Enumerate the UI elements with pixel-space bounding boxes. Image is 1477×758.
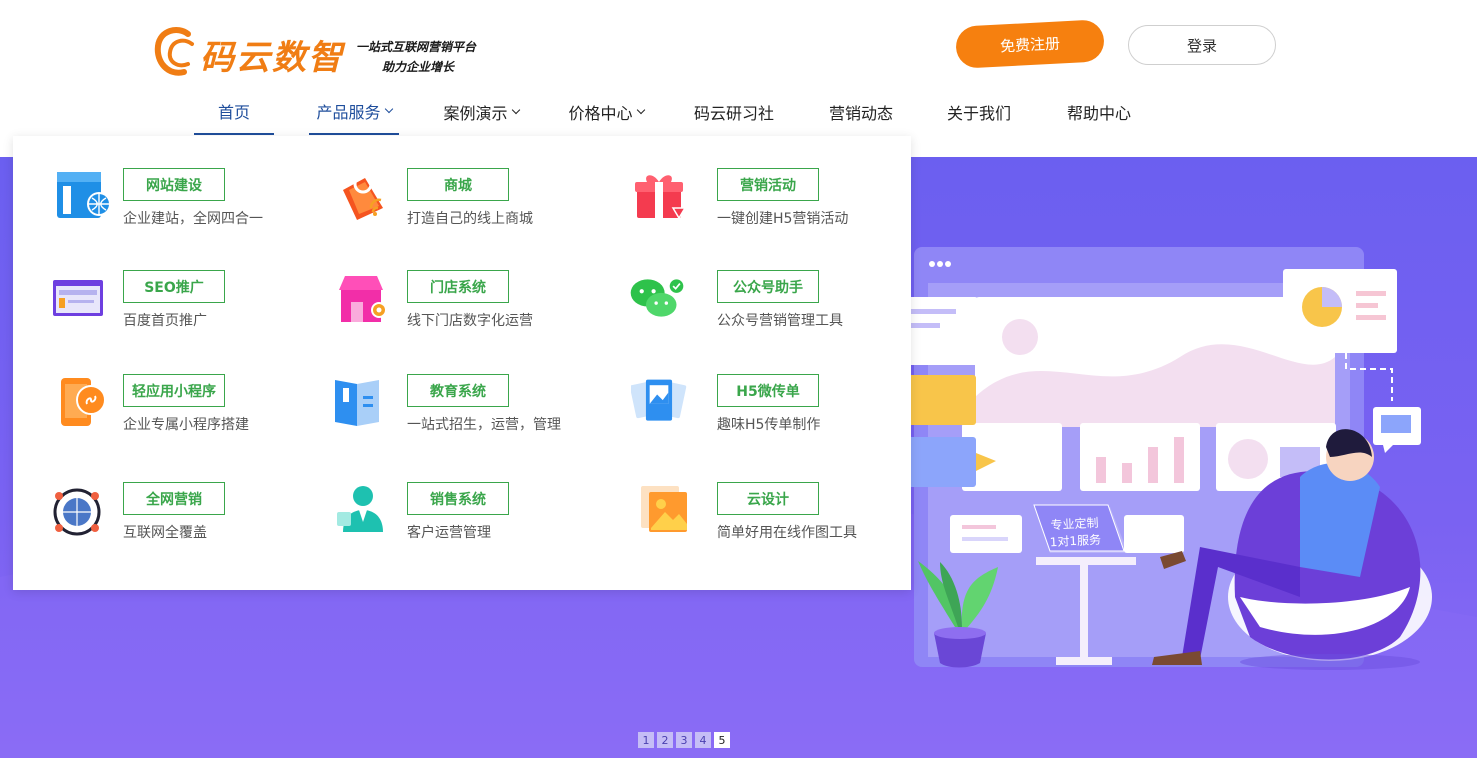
chevron-down-icon (636, 105, 645, 114)
product-tag[interactable]: 商城 (407, 168, 509, 201)
product-desc: 百度首页推广 (123, 313, 207, 329)
chevron-down-icon (384, 104, 393, 113)
product-desc: 企业建站，全网四合一 (123, 211, 263, 227)
product-mini-program[interactable]: 轻应用小程序 企业专属小程序搭建 (57, 374, 317, 444)
products-dropdown-menu: 网站建设 企业建站，全网四合一 商城 打造自己的线上商城 营销活动 一键创建H5… (13, 136, 911, 590)
product-tag[interactable]: 教育系统 (407, 374, 509, 407)
brand-slogan-1: 一站式互联网营销平台 (356, 40, 477, 54)
storefront-icon (339, 276, 387, 322)
product-desc: 线下门店数字化运营 (407, 313, 533, 329)
product-tag[interactable]: SEO推广 (123, 270, 225, 303)
product-tag[interactable]: 营销活动 (717, 168, 819, 201)
nav-label: 关于我们 (946, 103, 1011, 123)
shopping-bag-icon (343, 174, 383, 220)
product-tag[interactable]: 门店系统 (407, 270, 509, 303)
book-icon (335, 380, 379, 426)
site-header: 码云数智 一站式互联网营销平台 助力企业增长 免费注册 登录 首页 产品服务 案… (0, 0, 1477, 157)
product-official-account[interactable]: 公众号助手 公众号营销管理工具 (629, 270, 889, 340)
nav-label: 案例演示 (443, 103, 508, 123)
salesperson-icon (337, 486, 383, 532)
product-tag[interactable]: 云设计 (717, 482, 819, 515)
register-button[interactable]: 免费注册 (955, 19, 1105, 69)
nav-label: 价格中心 (568, 103, 633, 123)
carousel-pager: 1 2 3 4 5 (638, 732, 730, 748)
product-tag[interactable]: 销售系统 (407, 482, 509, 515)
flyer-icon (631, 379, 687, 421)
nav-item-cases[interactable]: 案例演示 (436, 88, 526, 135)
logo-mark-icon (154, 27, 194, 76)
product-tag[interactable]: 网站建设 (123, 168, 225, 201)
product-h5-flyer[interactable]: H5微传单 趣味H5传单制作 (631, 374, 891, 444)
chevron-down-icon (511, 105, 520, 114)
product-desc: 一站式招生，运营，管理 (407, 417, 561, 433)
product-education[interactable]: 教育系统 一站式招生，运营，管理 (331, 374, 591, 444)
product-desc: 企业专属小程序搭建 (123, 417, 249, 433)
nav-item-pricing[interactable]: 价格中心 (561, 88, 651, 135)
nav-label: 产品服务 (316, 102, 381, 122)
browser-window-icon (53, 280, 103, 316)
nav-item-academy[interactable]: 码云研习社 (688, 88, 780, 135)
product-desc: 趣味H5传单制作 (717, 417, 821, 433)
product-desc: 一键创建H5营销活动 (717, 211, 849, 227)
nav-item-help[interactable]: 帮助中心 (1056, 88, 1142, 135)
brand-name: 码云数智 (200, 38, 344, 78)
product-desc: 互联网全覆盖 (123, 525, 207, 541)
product-store-system[interactable]: 门店系统 线下门店数字化运营 (335, 270, 595, 340)
login-button[interactable]: 登录 (1128, 25, 1276, 65)
product-all-network-marketing[interactable]: 全网营销 互联网全覆盖 (51, 482, 311, 552)
wechat-icon (630, 277, 685, 317)
brand-logo[interactable]: 码云数智 一站式互联网营销平台 助力企业增长 (154, 24, 484, 82)
pager-dot[interactable]: 2 (657, 732, 673, 748)
product-website[interactable]: 网站建设 企业建站，全网四合一 (55, 168, 315, 238)
custom-service-badge: 专业定制 1对1服务 (1039, 514, 1111, 552)
brand-slogan-2: 助力企业增长 (382, 60, 455, 74)
website-icon (57, 172, 111, 218)
product-marketing-activity[interactable]: 营销活动 一键创建H5营销活动 (633, 168, 893, 238)
pager-dot-active[interactable]: 5 (714, 732, 730, 748)
pager-dot[interactable]: 1 (638, 732, 654, 748)
nav-item-products[interactable]: 产品服务 (309, 88, 399, 135)
nav-label: 营销动态 (828, 103, 893, 123)
product-tag[interactable]: H5微传单 (717, 374, 819, 407)
pager-dot[interactable]: 3 (676, 732, 692, 748)
product-tag[interactable]: 全网营销 (123, 482, 225, 515)
product-desc: 打造自己的线上商城 (407, 211, 533, 227)
image-design-icon (641, 486, 687, 532)
nav-item-about[interactable]: 关于我们 (936, 88, 1022, 135)
product-desc: 简单好用在线作图工具 (717, 525, 857, 541)
product-tag[interactable]: 公众号助手 (717, 270, 819, 303)
product-mall[interactable]: 商城 打造自己的线上商城 (335, 168, 595, 238)
pager-dot[interactable]: 4 (695, 732, 711, 748)
mini-program-icon (61, 378, 106, 426)
product-tag[interactable]: 轻应用小程序 (123, 374, 225, 407)
nav-label: 首页 (217, 102, 250, 122)
nav-label: 码云研习社 (693, 103, 774, 123)
product-desc: 公众号营销管理工具 (717, 313, 843, 329)
nav-item-home[interactable]: 首页 (194, 88, 274, 135)
network-globe-icon (53, 488, 101, 536)
nav-label: 帮助中心 (1066, 103, 1131, 123)
product-sales-system[interactable]: 销售系统 客户运营管理 (333, 482, 593, 552)
product-desc: 客户运营管理 (407, 525, 491, 541)
nav-item-news[interactable]: 营销动态 (818, 88, 904, 135)
product-seo[interactable]: SEO推广 百度首页推广 (51, 270, 311, 340)
product-cloud-design[interactable]: 云设计 简单好用在线作图工具 (639, 482, 899, 552)
gift-icon (635, 175, 687, 220)
main-nav: 首页 产品服务 案例演示 价格中心 码云研习社 营销动态 关于我们 帮助中心 (0, 88, 1477, 136)
